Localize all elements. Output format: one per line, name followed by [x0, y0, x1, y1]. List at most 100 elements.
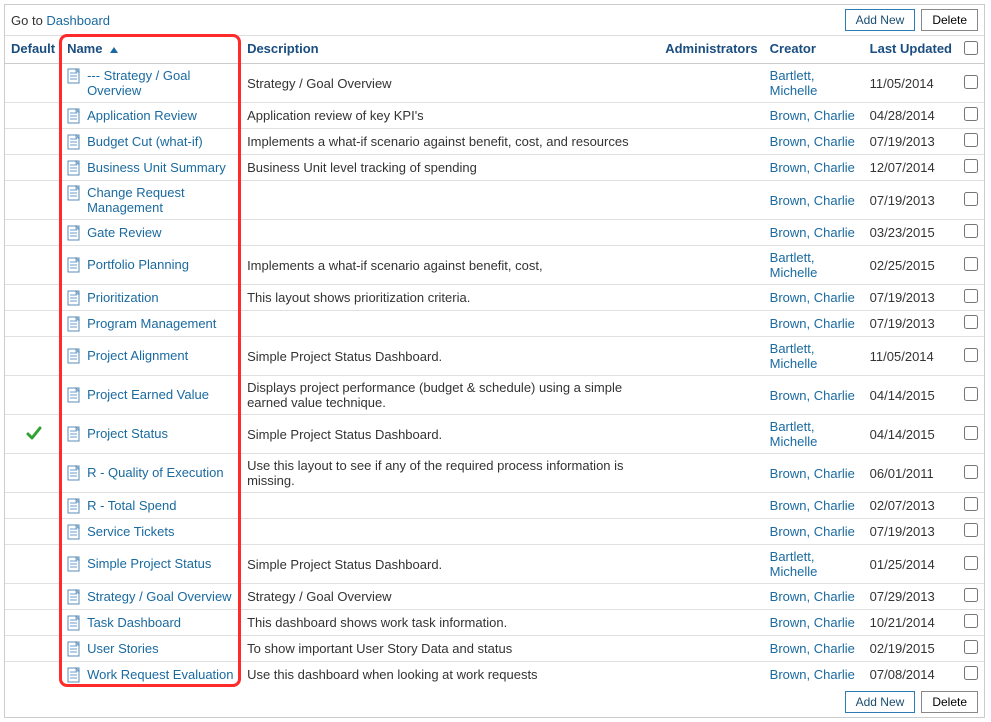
row-checkbox[interactable] [964, 257, 978, 271]
row-checkbox[interactable] [964, 224, 978, 238]
creator-link[interactable]: Brown, Charlie [770, 524, 855, 539]
name-cell: Program Management [61, 311, 241, 337]
last-updated-cell: 07/19/2013 [864, 285, 958, 311]
row-checkbox[interactable] [964, 614, 978, 628]
creator-link[interactable]: Brown, Charlie [770, 316, 855, 331]
last-updated-cell: 02/07/2013 [864, 493, 958, 519]
row-checkbox[interactable] [964, 133, 978, 147]
dashboard-name-link[interactable]: Simple Project Status [87, 556, 211, 571]
row-checkbox[interactable] [964, 315, 978, 329]
dashboard-name-link[interactable]: Strategy / Goal Overview [87, 589, 232, 604]
description-cell: Simple Project Status Dashboard. [241, 415, 659, 454]
creator-cell: Brown, Charlie [764, 493, 864, 519]
dashboard-name-link[interactable]: Gate Review [87, 225, 161, 240]
document-icon [67, 524, 81, 540]
dashboard-name-link[interactable]: Program Management [87, 316, 216, 331]
creator-cell: Bartlett, Michelle [764, 64, 864, 103]
table-row: Budget Cut (what-if)Implements a what-if… [5, 129, 984, 155]
last-updated-cell: 04/14/2015 [864, 376, 958, 415]
creator-link[interactable]: Brown, Charlie [770, 160, 855, 175]
table-row: User StoriesTo show important User Story… [5, 636, 984, 662]
creator-link[interactable]: Brown, Charlie [770, 667, 855, 682]
creator-link[interactable]: Bartlett, Michelle [770, 419, 818, 449]
dashboard-name-link[interactable]: Application Review [87, 108, 197, 123]
creator-link[interactable]: Brown, Charlie [770, 589, 855, 604]
creator-link[interactable]: Brown, Charlie [770, 641, 855, 656]
row-checkbox[interactable] [964, 666, 978, 680]
administrators-cell [659, 493, 763, 519]
creator-link[interactable]: Brown, Charlie [770, 290, 855, 305]
dashboard-name-link[interactable]: R - Quality of Execution [87, 465, 224, 480]
col-description[interactable]: Description [241, 36, 659, 64]
col-select-all[interactable] [958, 36, 984, 64]
col-last-updated[interactable]: Last Updated [864, 36, 958, 64]
breadcrumb-link[interactable]: Dashboard [46, 13, 110, 28]
creator-cell: Brown, Charlie [764, 285, 864, 311]
dashboard-name-link[interactable]: User Stories [87, 641, 159, 656]
row-checkbox[interactable] [964, 192, 978, 206]
table-row: Portfolio PlanningImplements a what-if s… [5, 246, 984, 285]
row-checkbox[interactable] [964, 465, 978, 479]
row-checkbox[interactable] [964, 348, 978, 362]
dashboard-name-link[interactable]: R - Total Spend [87, 498, 176, 513]
last-updated-cell: 04/28/2014 [864, 103, 958, 129]
select-all-checkbox[interactable] [964, 41, 978, 55]
creator-link[interactable]: Brown, Charlie [770, 498, 855, 513]
col-creator[interactable]: Creator [764, 36, 864, 64]
row-checkbox[interactable] [964, 497, 978, 511]
row-checkbox[interactable] [964, 523, 978, 537]
add-new-button-bottom[interactable]: Add New [845, 691, 916, 713]
row-checkbox[interactable] [964, 387, 978, 401]
delete-button[interactable]: Delete [921, 9, 978, 31]
dashboard-name-link[interactable]: Prioritization [87, 290, 159, 305]
dashboard-name-link[interactable]: Project Earned Value [87, 387, 209, 402]
creator-link[interactable]: Brown, Charlie [770, 193, 855, 208]
creator-link[interactable]: Brown, Charlie [770, 134, 855, 149]
breadcrumb-prefix: Go to [11, 13, 46, 28]
sort-asc-icon [110, 47, 118, 53]
document-icon [67, 290, 81, 306]
creator-link[interactable]: Brown, Charlie [770, 108, 855, 123]
col-administrators[interactable]: Administrators [659, 36, 763, 64]
row-checkbox[interactable] [964, 107, 978, 121]
creator-cell: Bartlett, Michelle [764, 246, 864, 285]
description-cell: Displays project performance (budget & s… [241, 376, 659, 415]
name-cell: --- Strategy / Goal Overview [61, 64, 241, 103]
dashboard-name-link[interactable]: Project Status [87, 426, 168, 441]
dashboard-name-link[interactable]: Task Dashboard [87, 615, 181, 630]
dashboard-name-link[interactable]: Business Unit Summary [87, 160, 226, 175]
row-checkbox[interactable] [964, 426, 978, 440]
name-cell: R - Total Spend [61, 493, 241, 519]
dashboard-name-link[interactable]: Change Request Management [87, 185, 235, 215]
dashboard-name-link[interactable]: Service Tickets [87, 524, 174, 539]
creator-link[interactable]: Bartlett, Michelle [770, 549, 818, 579]
col-name[interactable]: Name [61, 36, 241, 64]
select-cell [958, 636, 984, 662]
creator-link[interactable]: Bartlett, Michelle [770, 341, 818, 371]
creator-link[interactable]: Bartlett, Michelle [770, 250, 818, 280]
row-checkbox[interactable] [964, 159, 978, 173]
name-cell: R - Quality of Execution [61, 454, 241, 493]
col-default[interactable]: Default [5, 36, 61, 64]
administrators-cell [659, 610, 763, 636]
dashboard-name-link[interactable]: Work Request Evaluation [87, 667, 233, 682]
row-checkbox[interactable] [964, 75, 978, 89]
table-row: Program ManagementBrown, Charlie07/19/20… [5, 311, 984, 337]
last-updated-cell: 02/25/2015 [864, 246, 958, 285]
creator-link[interactable]: Bartlett, Michelle [770, 68, 818, 98]
row-checkbox[interactable] [964, 289, 978, 303]
document-icon [67, 667, 81, 683]
dashboard-name-link[interactable]: Budget Cut (what-if) [87, 134, 203, 149]
dashboard-name-link[interactable]: Portfolio Planning [87, 257, 189, 272]
dashboard-name-link[interactable]: Project Alignment [87, 348, 188, 363]
default-cell [5, 155, 61, 181]
row-checkbox[interactable] [964, 588, 978, 602]
row-checkbox[interactable] [964, 556, 978, 570]
delete-button-bottom[interactable]: Delete [921, 691, 978, 713]
creator-link[interactable]: Brown, Charlie [770, 225, 855, 240]
dashboard-name-link[interactable]: --- Strategy / Goal Overview [87, 68, 235, 98]
creator-link[interactable]: Brown, Charlie [770, 388, 855, 403]
creator-link[interactable]: Brown, Charlie [770, 466, 855, 481]
creator-link[interactable]: Brown, Charlie [770, 615, 855, 630]
add-new-button[interactable]: Add New [845, 9, 916, 31]
